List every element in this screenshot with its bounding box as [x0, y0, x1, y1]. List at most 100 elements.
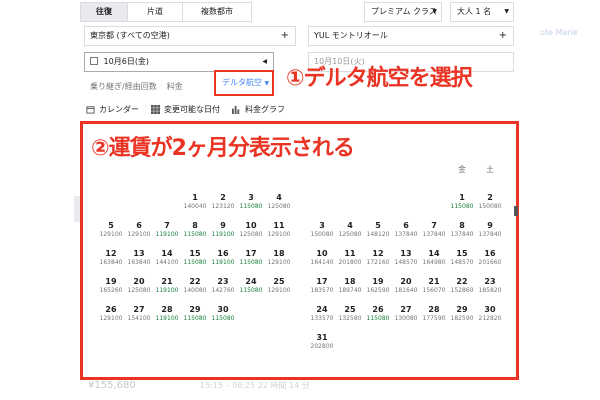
calendar-day[interactable]: 6 137840 [392, 221, 420, 239]
calendar-day[interactable]: 24 115080 [237, 277, 265, 295]
day-number: 26 [372, 305, 384, 314]
calendar-day[interactable]: 29 115080 [181, 305, 209, 323]
plus-icon[interactable]: + [499, 27, 507, 45]
flexible-dates-tool[interactable]: 変更可能な日付 [151, 104, 220, 115]
calendar-day[interactable]: 27 130080 [392, 305, 420, 323]
calendar-day[interactable]: 20 181640 [392, 277, 420, 295]
calendar-day[interactable]: 3 150080 [308, 221, 336, 239]
day-price: 185820 [478, 287, 502, 294]
passenger-select[interactable]: 大人 1 名 ▼ [450, 2, 514, 22]
calendar-day[interactable]: 18 129100 [265, 249, 293, 267]
day-number: 10 [245, 221, 257, 230]
calendar-day[interactable]: 8 115080 [181, 221, 209, 239]
calendar-day[interactable]: 28 119100 [153, 305, 181, 323]
map-background-label: ote Marie [540, 28, 578, 37]
plus-icon[interactable]: + [281, 27, 289, 45]
calendar-day[interactable]: 16 119100 [209, 249, 237, 267]
tab-multi-city[interactable]: 複数都市 [182, 2, 252, 22]
filter-price[interactable]: 料金 [167, 80, 183, 94]
calendar-day[interactable]: 19 162590 [364, 277, 392, 295]
calendar-day[interactable]: 6 129100 [125, 221, 153, 239]
tab-round-trip[interactable]: 往復 [80, 2, 128, 22]
calendar-day[interactable]: 30 212820 [476, 305, 504, 323]
calendar-day[interactable]: 22 140080 [181, 277, 209, 295]
calendar-day[interactable]: 2 150080 [476, 193, 504, 211]
calendar-day[interactable]: 4 125080 [336, 221, 364, 239]
fare-calendar: ②運賃が2ヶ月分表示される 金 土 1 140040 2 123120 3 115080 4… [80, 121, 519, 380]
calendar-day[interactable]: 2 123120 [209, 193, 237, 211]
calendar-day[interactable]: 14 144100 [153, 249, 181, 267]
calendar-day[interactable]: 29 182590 [448, 305, 476, 323]
day-number: 24 [316, 305, 328, 314]
calendar-day[interactable]: 5 129100 [97, 221, 125, 239]
calendar-day[interactable]: 27 154100 [125, 305, 153, 323]
day-number: 5 [108, 221, 114, 230]
destination-field[interactable]: YUL モントリオール + [308, 26, 514, 46]
result-times: 15:15 – 08:25 22 時間 14 分 [200, 381, 310, 390]
day-price: 129100 [99, 315, 123, 322]
day-price: 189740 [338, 287, 362, 294]
calendar-day[interactable]: 15 115080 [181, 249, 209, 267]
calendar-day[interactable]: 12 172160 [364, 249, 392, 267]
calendar-day[interactable]: 14 164980 [420, 249, 448, 267]
calendar-day[interactable]: 9 137840 [476, 221, 504, 239]
calendar-day[interactable]: 16 201660 [476, 249, 504, 267]
filter-stops[interactable]: 乗り継ぎ/経由回数 [90, 80, 157, 94]
day-number: 8 [192, 221, 198, 230]
day-price: 137840 [394, 231, 418, 238]
calendar-day[interactable]: 18 189740 [336, 277, 364, 295]
day-price: 154100 [127, 315, 151, 322]
price-graph-tool[interactable]: 料金グラフ [232, 104, 285, 115]
calendar-day[interactable]: 10 125080 [237, 221, 265, 239]
calendar-tool[interactable]: カレンダー [86, 104, 139, 115]
calendar-day[interactable]: 17 115080 [237, 249, 265, 267]
calendar-day[interactable]: 22 152860 [448, 277, 476, 295]
cabin-class-select[interactable]: プレミアム クラス ▼ [364, 2, 442, 22]
tab-one-way[interactable]: 片道 [127, 2, 183, 22]
calendar-day[interactable]: 25 132580 [336, 305, 364, 323]
calendar-day[interactable]: 11 201800 [336, 249, 364, 267]
calendar-day[interactable]: 23 142760 [209, 277, 237, 295]
calendar-next-button[interactable] [514, 206, 518, 216]
calendar-day[interactable]: 25 129100 [265, 277, 293, 295]
calendar-day[interactable]: 30 115080 [209, 305, 237, 323]
calendar-day[interactable]: 24 133570 [308, 305, 336, 323]
calendar-day[interactable]: 21 156070 [420, 277, 448, 295]
depart-date-value: 10月6日(金) [103, 57, 150, 66]
calendar-day[interactable]: 7 119100 [153, 221, 181, 239]
day-price: 152860 [450, 287, 474, 294]
day-price: 119100 [211, 231, 235, 238]
chevron-left-icon[interactable]: ◀ [262, 53, 267, 71]
calendar-day[interactable]: 7 137840 [420, 221, 448, 239]
calendar-day[interactable]: 9 119100 [209, 221, 237, 239]
calendar-day[interactable]: 11 129100 [265, 221, 293, 239]
calendar-day[interactable]: 4 125080 [265, 193, 293, 211]
calendar-day[interactable]: 19 165260 [97, 277, 125, 295]
calendar-day[interactable]: 15 148570 [448, 249, 476, 267]
bar-chart-icon [232, 105, 240, 114]
origin-field[interactable]: 東京都 (すべての空港) + [84, 26, 296, 46]
depart-date-field[interactable]: 10月6日(金) ◀ [84, 52, 274, 72]
calendar-day[interactable]: 17 183570 [308, 277, 336, 295]
calendar-day[interactable]: 21 119100 [153, 277, 181, 295]
calendar-day[interactable]: 1 140040 [181, 193, 209, 211]
calendar-day[interactable]: 8 137840 [448, 221, 476, 239]
calendar-day[interactable]: 20 125080 [125, 277, 153, 295]
day-number: 13 [133, 249, 145, 258]
calendar-day[interactable]: 5 148120 [364, 221, 392, 239]
calendar-day[interactable]: 3 115080 [237, 193, 265, 211]
calendar-day[interactable]: 31 202800 [308, 333, 336, 351]
day-price: 164980 [422, 259, 446, 266]
calendar-day[interactable]: 10 164140 [308, 249, 336, 267]
calendar-day[interactable]: 12 163840 [97, 249, 125, 267]
day-price: 115080 [239, 203, 263, 210]
calendar-day[interactable]: 28 177590 [420, 305, 448, 323]
calendar-day[interactable]: 13 148570 [392, 249, 420, 267]
calendar-day[interactable]: 26 129100 [97, 305, 125, 323]
calendar-day[interactable]: 26 115080 [364, 305, 392, 323]
calendar-day[interactable]: 1 115080 [448, 193, 476, 211]
airline-filter-button[interactable]: デルタ航空 ▼ [214, 70, 274, 96]
day-number: 6 [403, 221, 409, 230]
calendar-day[interactable]: 23 185820 [476, 277, 504, 295]
calendar-day[interactable]: 13 163840 [125, 249, 153, 267]
